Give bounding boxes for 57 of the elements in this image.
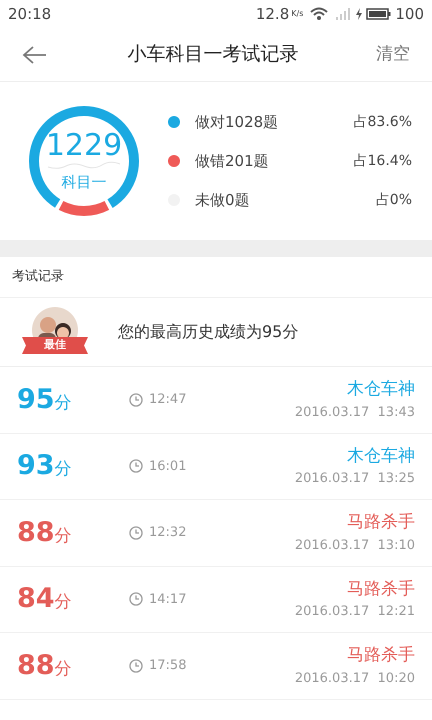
exam-date: 2016.03.17 10:20 — [294, 670, 415, 688]
rank-title: 马路杀手 — [347, 511, 415, 534]
record-row[interactable]: 84分 14:17 马路杀手 2016.03.17 12:21 — [0, 566, 432, 633]
total-count: 1229 — [46, 130, 122, 161]
wifi-icon — [309, 7, 330, 21]
score-unit: 分 — [54, 392, 72, 414]
exam-date: 2016.03.17 13:10 — [294, 536, 415, 555]
legend-label: 做对1028题 — [195, 112, 280, 133]
speed-unit: K/s — [291, 8, 304, 20]
exam-duration: 12:32 — [149, 524, 186, 542]
best-score-text: 您的最高历史成绩为95分 — [118, 321, 298, 343]
exam-duration: 16:01 — [149, 458, 186, 476]
clock-icon — [129, 526, 143, 540]
score-unit: 分 — [54, 658, 72, 680]
score-unit: 分 — [54, 524, 72, 548]
network-speed: 12.8 — [256, 4, 290, 25]
charging-icon — [355, 7, 364, 21]
score-value: 84 — [17, 582, 55, 616]
exam-date: 2016.03.17 12:21 — [294, 603, 415, 622]
legend-label: 未做0题 — [195, 190, 251, 211]
clock-icon — [129, 459, 143, 474]
exam-duration: 12:47 — [149, 391, 186, 409]
clear-button[interactable]: 清空 — [376, 42, 410, 68]
page-title: 小车科目一考试记录 — [126, 42, 300, 68]
section-title: 考试记录 — [12, 268, 64, 286]
best-badge: 最佳 — [22, 337, 88, 354]
rank-title: 马路杀手 — [347, 578, 415, 601]
score-value: 95 — [17, 382, 55, 416]
rank-title: 木仓车神 — [347, 444, 415, 468]
battery-level: 100 — [395, 4, 424, 25]
back-arrow-icon — [22, 44, 48, 64]
clock-icon — [129, 392, 143, 407]
subject-label: 科目一 — [62, 172, 106, 193]
record-row[interactable]: 95分 12:47 木仓车神 2016.03.17 13:43 — [0, 367, 432, 434]
clock-icon — [129, 592, 143, 606]
battery-icon — [366, 7, 392, 21]
clock-icon — [129, 658, 143, 673]
exam-duration: 14:17 — [149, 590, 186, 608]
exam-date: 2016.03.17 13:43 — [294, 404, 415, 422]
score-unit: 分 — [54, 591, 72, 614]
signal-icon — [335, 7, 352, 21]
exam-date: 2016.03.17 13:25 — [294, 470, 415, 488]
rank-title: 马路杀手 — [347, 644, 415, 668]
exam-duration: 17:58 — [149, 657, 186, 675]
legend-share: 占0% — [376, 190, 412, 210]
record-row[interactable]: 88分 17:58 马路杀手 2016.03.17 10:20 — [0, 633, 432, 700]
score-unit: 分 — [54, 458, 72, 481]
rank-title: 木仓车神 — [347, 378, 415, 402]
score-value: 88 — [17, 648, 55, 682]
score-value: 93 — [17, 449, 55, 483]
status-time: 20:18 — [8, 4, 52, 25]
record-row[interactable]: 93分 16:01 木仓车神 2016.03.17 13:25 — [0, 434, 432, 500]
record-row[interactable]: 88分 12:32 马路杀手 2016.03.17 13:10 — [0, 500, 432, 566]
legend-share: 占83.6% — [354, 112, 412, 132]
legend-label: 做错201题 — [195, 150, 270, 172]
legend-share: 占16.4% — [354, 152, 412, 170]
score-value: 88 — [17, 516, 55, 550]
